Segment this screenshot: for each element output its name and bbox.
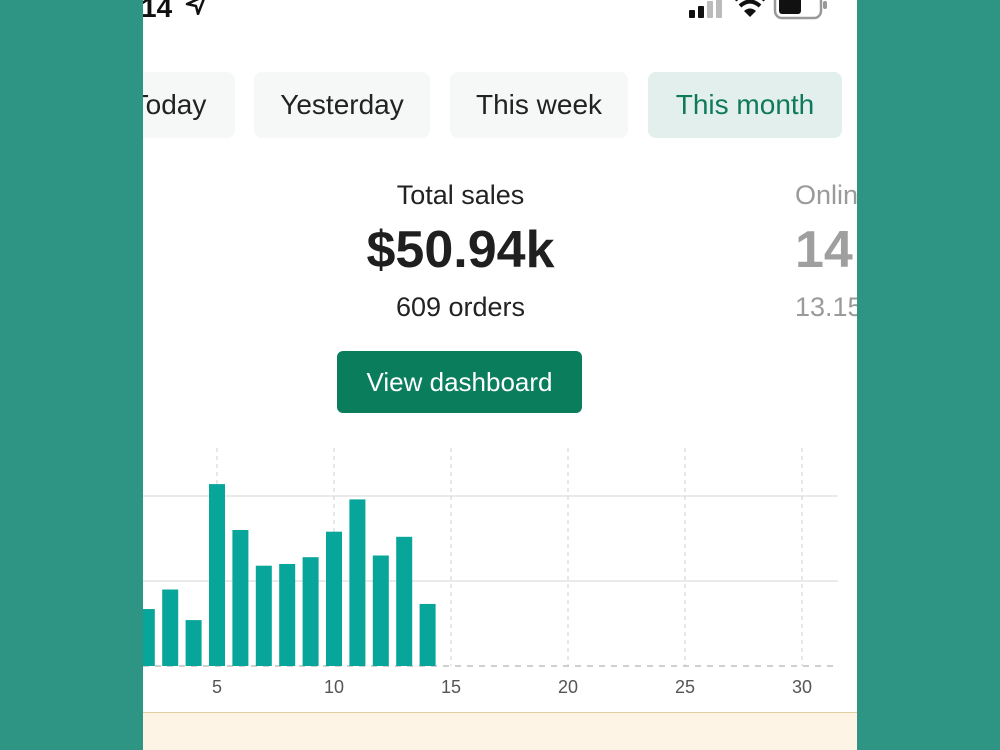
signal-icon [689, 0, 722, 18]
sales-bar-chart: 5 10 15 20 25 30 [143, 448, 838, 697]
tab-label: Yesterday [280, 89, 404, 120]
battery-icon [773, 0, 827, 20]
x-tick-label: 25 [675, 677, 695, 697]
chart-bar [419, 603, 436, 666]
tab-yesterday[interactable]: Yesterday [254, 72, 430, 138]
status-time: 14 [143, 0, 173, 23]
chart-bar [255, 565, 272, 666]
chart-bar [372, 555, 389, 666]
chart-bar [349, 499, 366, 666]
location-arrow-icon [185, 0, 205, 15]
orders-count: 609 orders [395, 292, 526, 322]
chart-bar [302, 557, 319, 666]
chart-bar [279, 564, 296, 666]
status-bar: 14 [143, 0, 857, 23]
online-sales-subtext: 13.15 [795, 292, 857, 322]
x-tick-label: 20 [558, 677, 578, 697]
chart-bar [209, 484, 225, 666]
tab-this-week[interactable]: This week [450, 72, 628, 138]
x-tick-label: 10 [324, 677, 344, 697]
tab-this-month[interactable]: This month [648, 72, 842, 138]
chart-bar [162, 589, 179, 666]
tab-label: Today [143, 89, 207, 120]
chart-bar [326, 531, 342, 666]
wifi-icon [735, 0, 765, 17]
chart-bar [143, 609, 155, 666]
x-tick-label: 15 [441, 677, 461, 697]
chart-bar [232, 530, 249, 666]
view-dashboard-button[interactable]: View dashboard [337, 351, 582, 413]
x-tick-label: 5 [212, 677, 222, 697]
online-sales-value: 14 [795, 221, 853, 279]
online-sales-label: Onlin [795, 180, 857, 210]
chart-bar [396, 536, 413, 666]
notice-banner [143, 712, 857, 750]
total-sales-value: $50.94k [366, 221, 555, 279]
tab-today[interactable]: Today [143, 72, 235, 138]
tab-label: This week [475, 89, 603, 120]
chart-bar [185, 620, 202, 666]
total-sales-label: Total sales [396, 180, 525, 210]
tab-label: This month [675, 89, 815, 120]
phone-screen: 14 Today Yesterday This week This month … [143, 0, 857, 750]
x-tick-label: 30 [792, 677, 812, 697]
date-range-tabs: Today Yesterday This week This month [143, 72, 857, 138]
